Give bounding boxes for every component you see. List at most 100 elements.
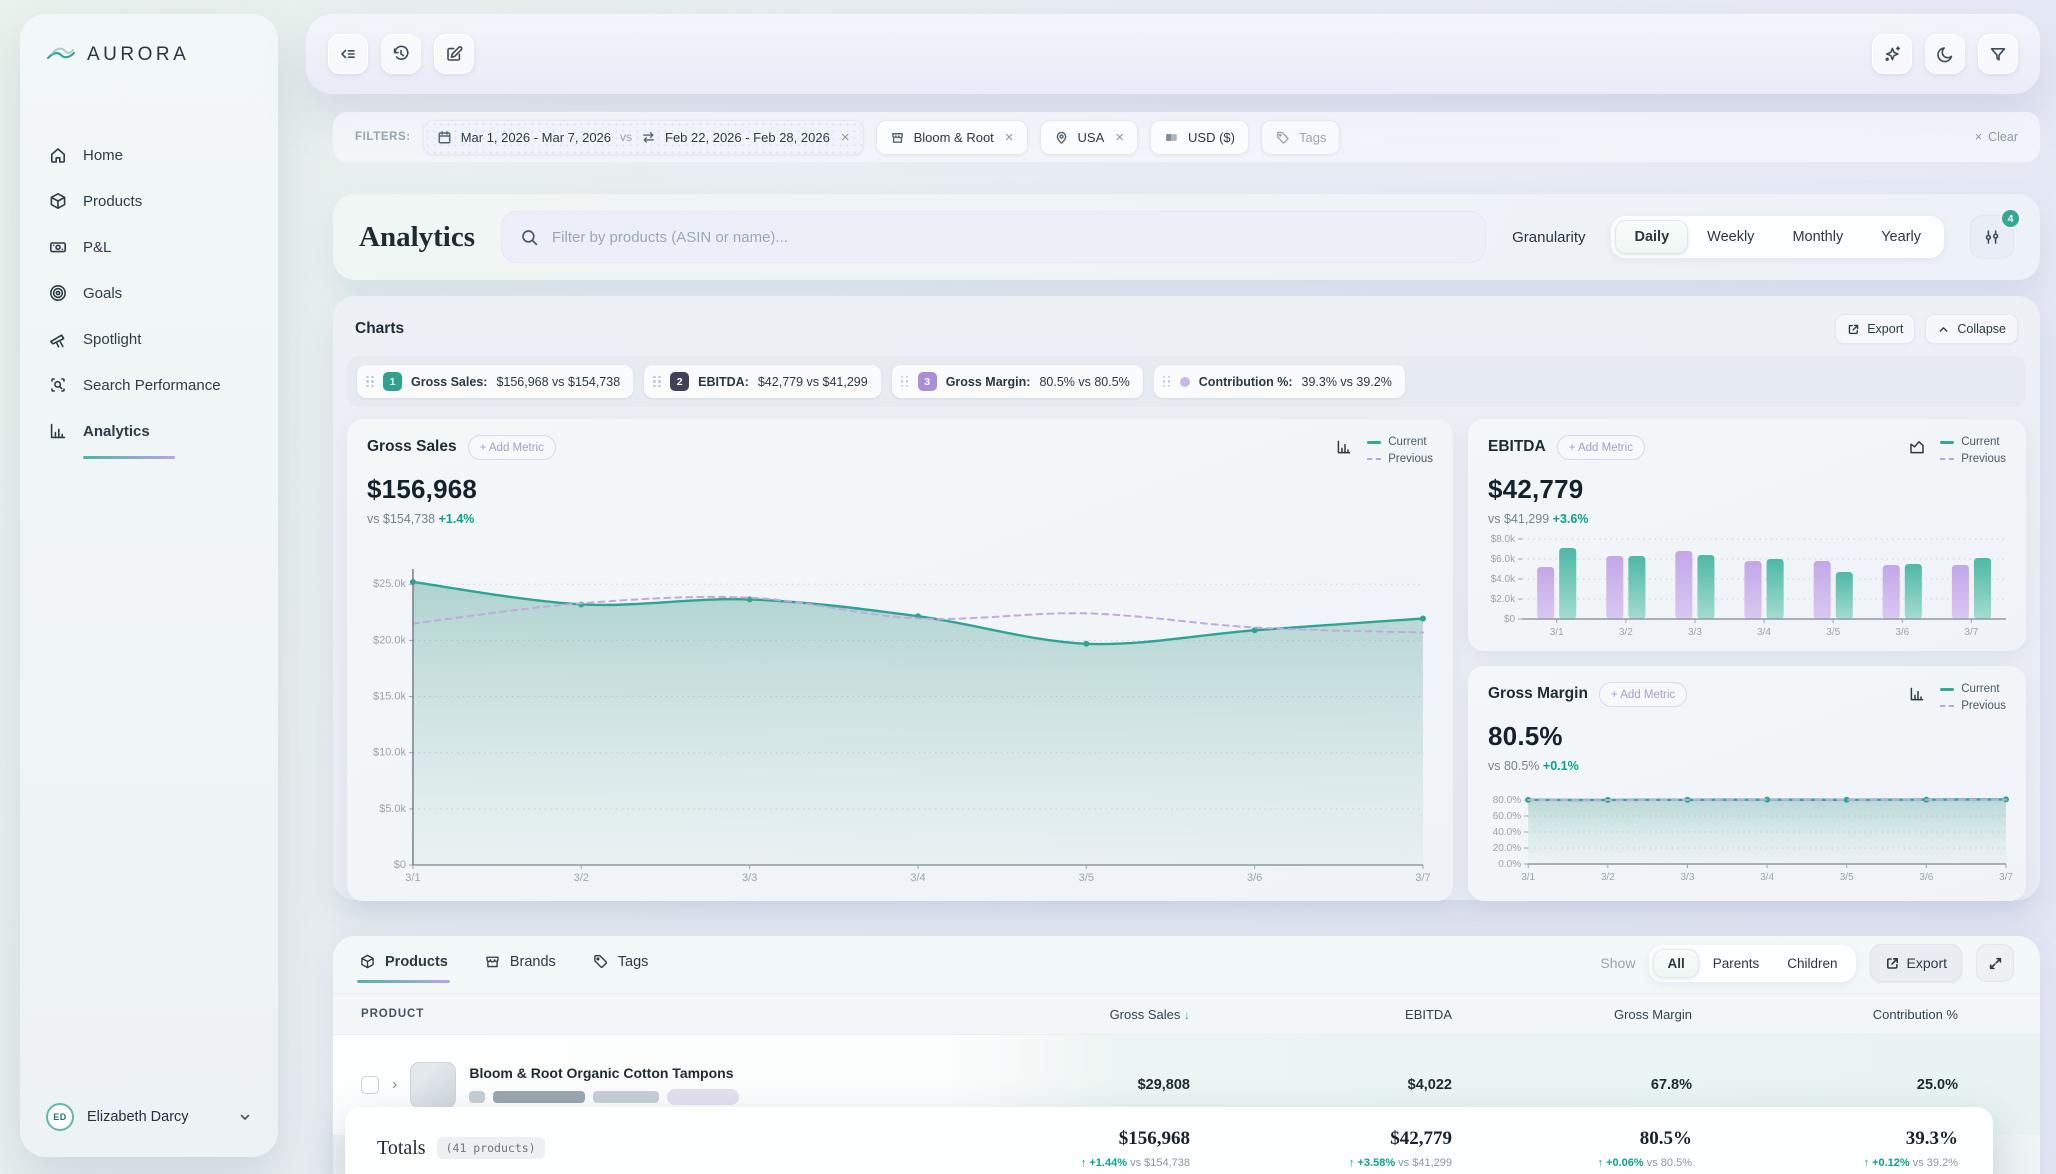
show-children[interactable]: Children — [1773, 949, 1851, 978]
chart-type-toggle[interactable] — [1335, 438, 1353, 456]
legend-previous-label: Previous — [1961, 453, 2006, 465]
sidebar-item-spotlight[interactable]: Spotlight — [46, 316, 252, 362]
drag-handle-icon[interactable] — [653, 376, 661, 388]
brand-filter-chip[interactable]: Bloom & Root × — [876, 120, 1028, 155]
bar-chart-icon — [1908, 685, 1926, 703]
ai-assistant-button[interactable] — [1872, 34, 1912, 74]
metric-chip-label: Gross Margin: — [946, 375, 1031, 389]
gross-margin-chart[interactable]: 0.0%20.0%40.0%60.0%80.0%3/13/23/33/43/53… — [1482, 784, 2014, 888]
history-button[interactable] — [381, 34, 421, 74]
granularity-daily[interactable]: Daily — [1615, 220, 1688, 254]
show-all[interactable]: All — [1653, 949, 1698, 978]
metric-settings-button[interactable]: 4 — [1970, 215, 2014, 259]
svg-text:$15.0k: $15.0k — [373, 691, 406, 703]
legend-current-label: Current — [1388, 436, 1426, 448]
column-header-product[interactable]: PRODUCT — [361, 1008, 940, 1020]
drag-handle-icon[interactable] — [1163, 376, 1171, 388]
charts-collapse-button[interactable]: Collapse — [1925, 314, 2018, 344]
granularity-segmented-control: Daily Weekly Monthly Yearly — [1611, 216, 1944, 258]
sidebar-item-analytics[interactable]: Analytics — [46, 408, 252, 454]
sidebar-item-search-performance[interactable]: Search Performance — [46, 362, 252, 408]
currency-filter-value: USD ($) — [1188, 130, 1235, 145]
sidebar-item-goals[interactable]: Goals — [46, 270, 252, 316]
tags-filter-chip[interactable]: Tags — [1261, 120, 1340, 155]
brand-filter-value: Bloom & Root — [914, 130, 994, 145]
home-icon — [48, 145, 68, 165]
column-header-gross-sales[interactable]: Gross Sales ↓ — [940, 1007, 1190, 1022]
table-export-button[interactable]: Export — [1870, 944, 1962, 982]
add-metric-button[interactable]: + Add Metric — [1557, 435, 1645, 460]
brand-name: AURORA — [87, 44, 189, 66]
previous-legend-swatch — [1940, 705, 1954, 707]
gross-sales-chart[interactable]: $0$5.0k$10.0k$15.0k$20.0k$25.0k3/13/23/3… — [363, 561, 1437, 893]
ebitda-chart[interactable]: $0$2.0k$4.0k$6.0k$8.0k3/13/23/33/43/53/6… — [1482, 531, 2014, 643]
chart-type-toggle[interactable] — [1908, 685, 1926, 703]
column-header-ebitda[interactable]: EBITDA — [1190, 1007, 1452, 1022]
filter-button[interactable] — [1978, 34, 2018, 74]
chart-type-toggle[interactable] — [1908, 438, 1926, 456]
metric-value: 80.5% — [1488, 721, 2006, 752]
metric-chip-label: Contribution %: — [1199, 375, 1293, 389]
metric-chip-contribution[interactable]: Contribution %: 39.3% vs 39.2% — [1154, 365, 1405, 398]
metric-chip-label: Gross Sales: — [411, 375, 487, 389]
granularity-label: Granularity — [1512, 229, 1585, 246]
date-vs-label: vs — [620, 130, 632, 144]
svg-text:3/3: 3/3 — [742, 872, 757, 884]
clear-filters-button[interactable]: × Clear — [1975, 130, 2018, 144]
row-expand-caret-icon[interactable]: › — [392, 1076, 397, 1094]
telescope-icon — [48, 329, 68, 349]
dark-mode-button[interactable] — [1925, 34, 1965, 74]
country-filter-chip[interactable]: USA × — [1040, 120, 1139, 155]
column-header-contribution[interactable]: Contribution % — [1692, 1007, 1958, 1022]
edit-icon — [444, 44, 464, 64]
remove-date-filter-icon[interactable]: × — [841, 130, 850, 145]
drag-handle-icon[interactable] — [366, 376, 374, 388]
sidebar-item-home[interactable]: Home — [46, 132, 252, 178]
granularity-monthly[interactable]: Monthly — [1773, 220, 1862, 254]
remove-brand-filter-icon[interactable]: × — [1005, 130, 1014, 145]
charts-export-button[interactable]: Export — [1835, 314, 1915, 344]
show-parents[interactable]: Parents — [1699, 949, 1774, 978]
sidebar-nav: Home Products P&L Goals Spotlight Search… — [46, 132, 252, 463]
product-search[interactable] — [501, 211, 1486, 263]
add-metric-button[interactable]: + Add Metric — [468, 435, 556, 460]
bar-chart-icon — [1335, 438, 1353, 456]
sidebar-item-pnl[interactable]: P&L — [46, 224, 252, 270]
legend-current-label: Current — [1961, 683, 1999, 695]
sidebar-item-products[interactable]: Products — [46, 178, 252, 224]
metric-chip-gross-sales[interactable]: 1 Gross Sales: $156,968 vs $154,738 — [357, 365, 633, 398]
tab-products[interactable]: Products — [359, 953, 448, 983]
row-checkbox[interactable] — [361, 1076, 379, 1094]
metric-chip-gross-margin[interactable]: 3 Gross Margin: 80.5% vs 80.5% — [892, 365, 1143, 398]
metric-chip-ebitda[interactable]: 2 EBITDA: $42,779 vs $41,299 — [644, 365, 881, 398]
edit-button[interactable] — [434, 34, 474, 74]
sidebar: AURORA Home Products P&L Goals Spotlight… — [20, 14, 278, 1157]
metric-chips-strip: 1 Gross Sales: $156,968 vs $154,738 2 EB… — [347, 356, 2026, 407]
search-input[interactable] — [552, 229, 1467, 246]
brand-logo: AURORA — [46, 44, 252, 66]
user-menu[interactable]: ED Elizabeth Darcy — [46, 1103, 252, 1131]
export-label: Export — [1867, 322, 1903, 336]
charts-title: Charts — [355, 320, 404, 338]
remove-country-filter-icon[interactable]: × — [1115, 130, 1124, 145]
badge-placeholder — [667, 1089, 739, 1105]
currency-filter-chip[interactable]: USD ($) — [1150, 120, 1249, 155]
tab-tags[interactable]: Tags — [592, 953, 649, 983]
totals-label: Totals — [377, 1137, 426, 1160]
chart-legend: Current Previous — [1940, 435, 2006, 465]
column-header-gross-margin[interactable]: Gross Margin — [1452, 1007, 1692, 1022]
expand-table-button[interactable] — [1976, 944, 2014, 982]
collapse-sidebar-button[interactable] — [328, 34, 368, 74]
svg-text:$5.0k: $5.0k — [379, 803, 406, 815]
product-name[interactable]: Bloom & Root Organic Cotton Tampons — [469, 1065, 739, 1081]
svg-text:$8.0k: $8.0k — [1491, 534, 1517, 545]
drag-handle-icon[interactable] — [901, 376, 909, 388]
granularity-yearly[interactable]: Yearly — [1862, 220, 1940, 254]
svg-text:3/1: 3/1 — [405, 872, 420, 884]
add-metric-button[interactable]: + Add Metric — [1599, 682, 1687, 707]
granularity-weekly[interactable]: Weekly — [1688, 220, 1773, 254]
date-range-filter-chip[interactable]: Mar 1, 2026 - Mar 7, 2026 vs Feb 22, 202… — [423, 120, 864, 155]
ebitda-card: EBITDA + Add Metric Current Previous $42… — [1468, 419, 2026, 651]
moon-icon — [1935, 44, 1955, 64]
tab-brands[interactable]: Brands — [484, 953, 556, 983]
